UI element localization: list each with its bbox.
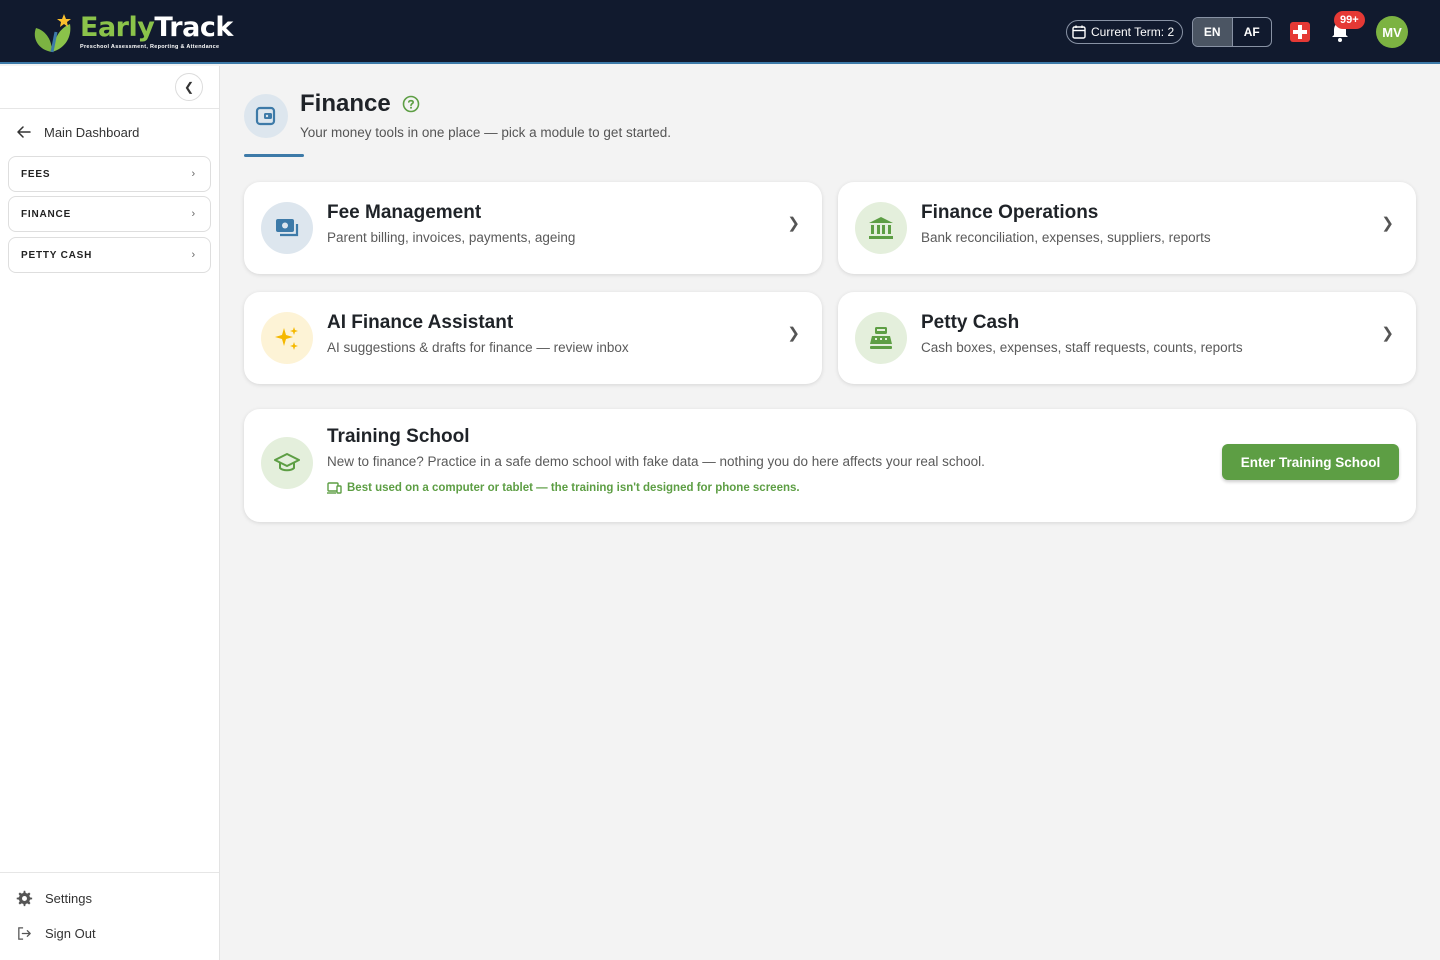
card-title: Fee Management [327, 202, 482, 223]
user-avatar[interactable]: MV [1376, 16, 1408, 48]
petty-cash-card[interactable]: Petty Cash Cash boxes, expenses, staff r… [838, 292, 1416, 384]
current-term-label: Current Term: 2 [1091, 25, 1175, 39]
sparkle-icon [261, 312, 313, 364]
finance-operations-card[interactable]: Finance Operations Bank reconciliation, … [838, 182, 1416, 274]
chevron-right-icon: ❯ [1381, 215, 1394, 232]
sidebar-divider [0, 108, 219, 109]
help-circle-icon[interactable] [402, 95, 420, 113]
card-title: Training School [327, 426, 470, 447]
app-logo[interactable]: EarlyTrack Preschool Assessment, Reporti… [30, 8, 240, 58]
current-term-button[interactable]: Current Term: 2 [1066, 20, 1184, 44]
card-description: Bank reconciliation, expenses, suppliers… [921, 230, 1211, 245]
settings-label: Settings [45, 891, 92, 906]
card-description: AI suggestions & drafts for finance — re… [327, 340, 629, 355]
header-underline [244, 154, 304, 157]
card-description: Parent billing, invoices, payments, agei… [327, 230, 576, 245]
sidebar-footer-divider [0, 872, 219, 873]
chevron-right-icon: ❯ [787, 215, 800, 232]
gear-icon [16, 890, 33, 907]
sidebar: ❮ Main Dashboard FEES › FINANCE › PETTY … [0, 66, 220, 960]
notification-badge: 99+ [1334, 11, 1365, 29]
fee-management-card[interactable]: Fee Management Parent billing, invoices,… [244, 182, 822, 274]
settings-link[interactable]: Settings [16, 890, 92, 907]
graduation-cap-icon [261, 437, 313, 489]
card-title: AI Finance Assistant [327, 312, 514, 333]
sidebar-item-fees[interactable]: FEES › [8, 156, 211, 192]
page-title: Finance [300, 90, 391, 117]
device-icon [327, 482, 342, 494]
arrow-left-icon [17, 126, 31, 138]
sign-out-link[interactable]: Sign Out [16, 925, 96, 942]
device-note-text: Best used on a computer or tablet — the … [347, 482, 800, 494]
sign-out-icon [18, 927, 31, 940]
card-description: Cash boxes, expenses, staff requests, co… [921, 340, 1243, 355]
sidebar-item-label: FEES [21, 168, 51, 180]
leaf-logo-icon [34, 14, 71, 53]
calendar-icon [1072, 25, 1086, 39]
chevron-right-icon: › [191, 168, 196, 180]
language-switcher: EN AF [1192, 17, 1272, 47]
sidebar-collapse-button[interactable]: ❮ [175, 73, 203, 101]
bank-icon [855, 202, 907, 254]
sidebar-item-petty-cash[interactable]: PETTY CASH › [8, 237, 211, 273]
card-title: Petty Cash [921, 312, 1020, 333]
sign-out-label: Sign Out [45, 926, 96, 941]
main-dashboard-link[interactable]: Main Dashboard [16, 124, 139, 140]
wallet-icon [244, 94, 288, 138]
main-dashboard-label: Main Dashboard [44, 124, 140, 140]
cash-register-icon [855, 312, 907, 364]
chevron-right-icon: › [191, 208, 196, 220]
enter-training-school-button[interactable]: Enter Training School [1222, 444, 1399, 480]
card-description: New to finance? Practice in a safe demo … [327, 454, 985, 469]
brand-name: EarlyTrack [80, 12, 233, 43]
sidebar-item-finance[interactable]: FINANCE › [8, 196, 211, 232]
card-title: Finance Operations [921, 202, 1099, 223]
top-bar: EarlyTrack Preschool Assessment, Reporti… [0, 0, 1440, 64]
ai-finance-assistant-card[interactable]: AI Finance Assistant AI suggestions & dr… [244, 292, 822, 384]
language-af-button[interactable]: AF [1231, 18, 1272, 46]
sidebar-item-label: FINANCE [21, 208, 72, 220]
sidebar-item-label: PETTY CASH [21, 249, 93, 261]
training-school-card: Training School New to finance? Practice… [244, 409, 1416, 522]
chevron-right-icon: › [191, 249, 196, 261]
language-en-button[interactable]: EN [1193, 18, 1232, 46]
money-icon [261, 202, 313, 254]
chevron-right-icon: ❯ [787, 325, 800, 342]
chevron-left-icon: ❮ [183, 80, 195, 94]
brand-tagline: Preschool Assessment, Reporting & Attend… [80, 44, 220, 50]
page-subtitle: Your money tools in one place — pick a m… [300, 125, 671, 140]
device-note: Best used on a computer or tablet — the … [327, 481, 800, 495]
chevron-right-icon: ❯ [1381, 325, 1394, 342]
medical-cross-icon[interactable] [1290, 22, 1310, 42]
